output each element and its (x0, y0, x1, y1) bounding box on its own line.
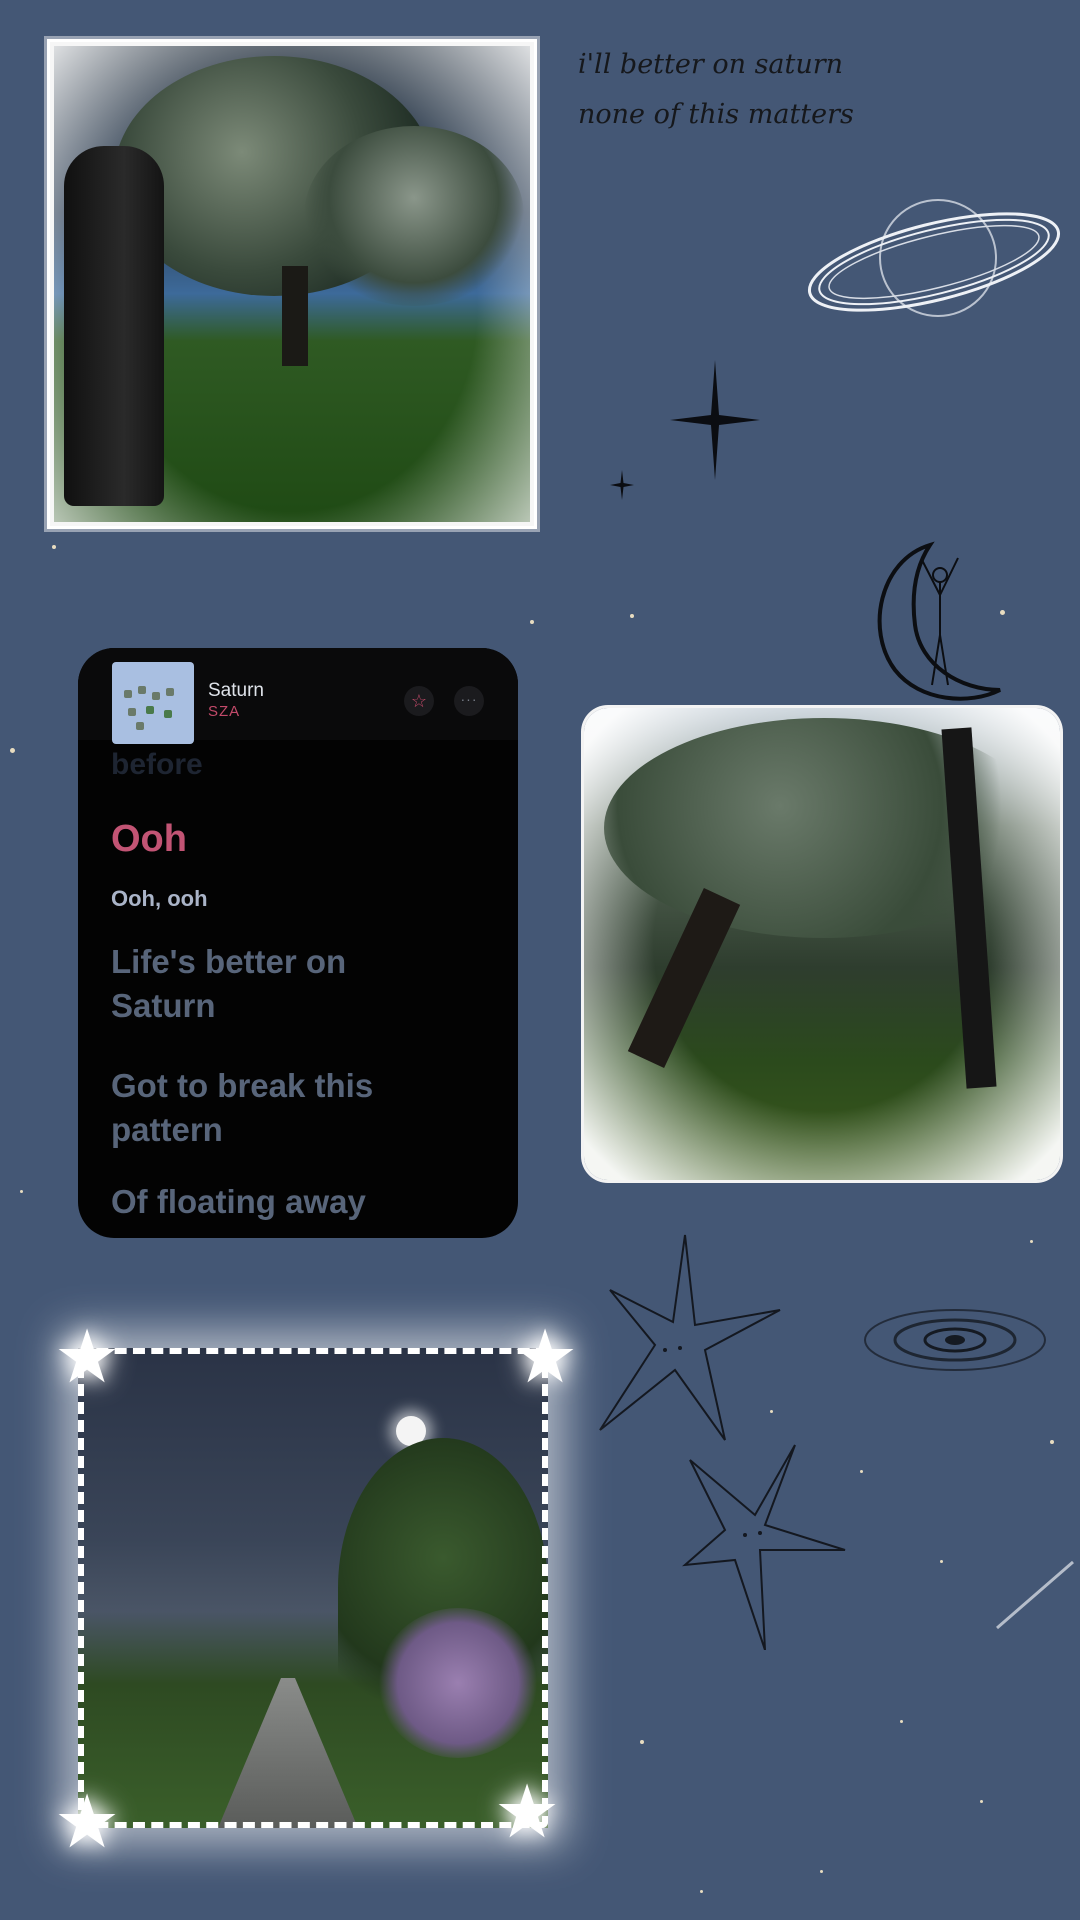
lyric-line-current-sub[interactable]: Ooh, ooh (111, 886, 208, 912)
star-speck (940, 1560, 943, 1563)
glow-star-icon: ★ (493, 1770, 561, 1853)
photo-tree-field (50, 42, 534, 526)
shooting-star-icon (996, 1560, 1074, 1630)
sparkle-icon (670, 360, 760, 480)
glow-star-icon: ★ (53, 1315, 121, 1398)
tree-trunk (64, 146, 164, 506)
photo-orchard (584, 708, 1060, 1180)
star-face-doodle-icon (599, 1234, 846, 1650)
lyric-line-next[interactable]: Of floating away (111, 1183, 366, 1221)
dashed-frame (78, 1348, 548, 1828)
lyric-line-previous[interactable]: before (111, 748, 203, 782)
star-speck (980, 1800, 983, 1803)
star-speck (10, 748, 15, 753)
favorite-button[interactable]: ☆ (404, 686, 434, 716)
quote-line-1: i'll better on saturn (578, 49, 844, 80)
song-title: Saturn (208, 680, 264, 701)
saturn-icon (807, 199, 1061, 317)
lyric-line-next[interactable]: Life's better on Saturn (111, 940, 411, 1028)
lyric-line-next[interactable]: Got to break this pattern (111, 1064, 431, 1152)
star-speck (52, 545, 56, 549)
star-speck (1030, 1240, 1033, 1243)
more-icon: ··· (460, 691, 478, 707)
star-speck (900, 1720, 903, 1723)
galaxy-icon (864, 1309, 1046, 1371)
lyric-line-current[interactable]: Ooh (111, 818, 187, 861)
star-outline-icon: ☆ (410, 691, 428, 711)
star-speck (20, 1190, 23, 1193)
star-speck (820, 1870, 823, 1873)
song-artist[interactable]: SZA (208, 703, 240, 720)
more-button[interactable]: ··· (454, 686, 484, 716)
star-speck (1050, 1440, 1054, 1444)
lyrics-card: Saturn SZA ☆ ··· before Ooh Ooh, ooh Lif… (78, 648, 518, 1238)
moon-figure-icon (877, 541, 1001, 701)
star-speck (640, 1740, 644, 1744)
star-speck (630, 614, 634, 618)
star-speck (860, 1470, 863, 1473)
quote-text: i'll better on saturn none of this matte… (578, 40, 854, 140)
star-speck (530, 620, 534, 624)
quote-line-2: none of this matters (578, 99, 854, 130)
glow-star-icon: ★ (53, 1780, 121, 1863)
tree-trunk (627, 887, 741, 1069)
album-art[interactable] (112, 662, 194, 744)
sparkle-small-icon (610, 470, 634, 500)
glow-star-icon: ★ (511, 1315, 579, 1398)
tree-canopy (304, 126, 524, 306)
star-speck (700, 1890, 703, 1893)
tree-trunk (282, 266, 308, 366)
